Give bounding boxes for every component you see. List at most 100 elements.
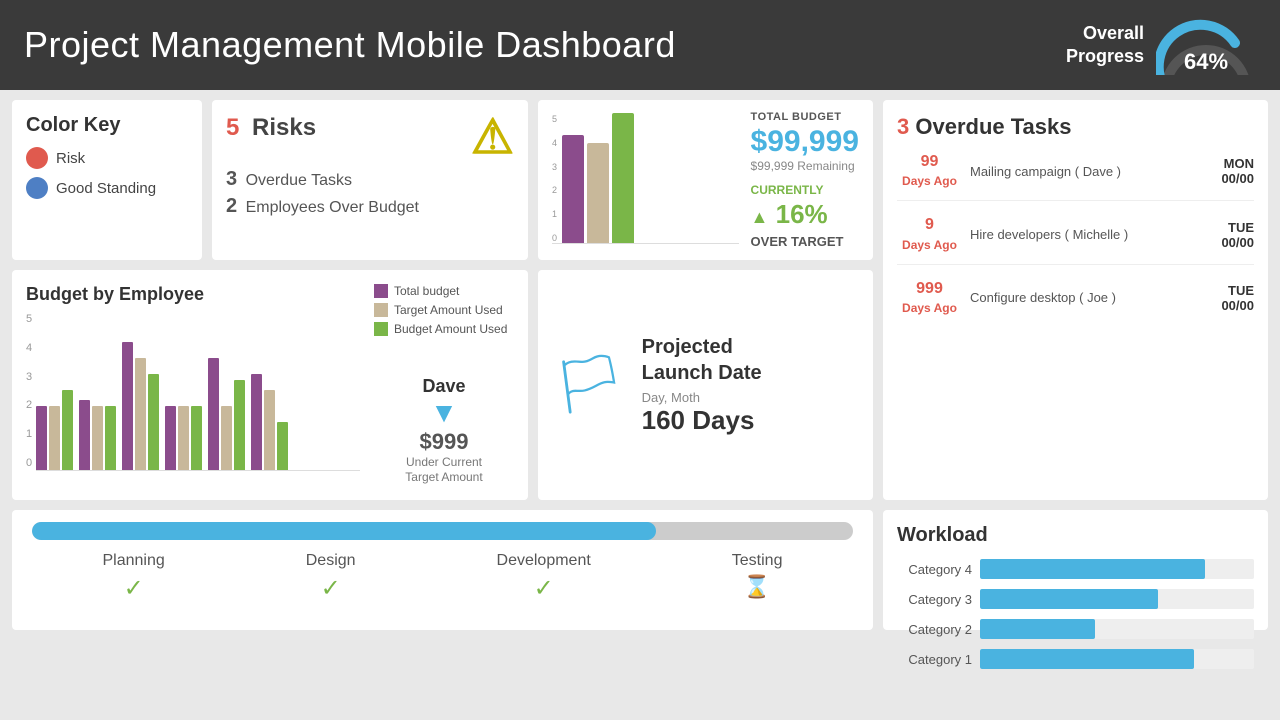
overdue-tasks-row: 3 Overdue Tasks	[226, 168, 514, 191]
overdue-task-2: Hire developers ( Michelle )	[970, 227, 1213, 242]
risk-dot	[26, 147, 48, 169]
date-val-2: 00/00	[1221, 235, 1254, 250]
overdue-title: 3 Overdue Tasks	[897, 114, 1254, 140]
phase-planning: Planning ✓	[102, 552, 164, 603]
dave-sub: Under CurrentTarget Amount	[374, 455, 514, 486]
overdue-title-text: Overdue Tasks	[915, 114, 1071, 139]
overdue-days-2: 9Days Ago	[897, 215, 962, 253]
workload-bar-fill-4	[980, 559, 1205, 579]
bar	[234, 380, 245, 470]
phase-name-design: Design	[306, 552, 356, 570]
budget-chart-sidebar: Total budget Target Amount Used Budget A…	[374, 284, 514, 486]
day-3: TUE	[1221, 283, 1254, 298]
launch-title: ProjectedLaunch Date	[642, 334, 762, 386]
workload-row-3: Category 3	[897, 589, 1254, 609]
pct-value: 16%	[776, 199, 828, 229]
mini-bars: 5 4 3 2 1 0	[552, 114, 739, 244]
launch-days: 160 Days	[642, 405, 762, 436]
phase-hourglass-testing: ⌛	[732, 574, 783, 600]
overdue-num: 3	[897, 114, 909, 139]
main-grid: Color Key Risk Good Standing 5 Risks ⚠ 3…	[0, 90, 1280, 720]
currently-label: CURRENTLY	[751, 183, 859, 197]
budget-numbers-card: 5 4 3 2 1 0 TOTAL BUDGET	[538, 100, 873, 260]
workload-bar-fill-2	[980, 619, 1095, 639]
launch-inner: 🏳 ProjectedLaunch Date Day, Moth 160 Day…	[552, 284, 859, 486]
phase-name-planning: Planning	[102, 552, 164, 570]
bar	[49, 406, 60, 470]
phase-design: Design ✓	[306, 552, 356, 603]
overdue-row-3: 999Days Ago Configure desktop ( Joe ) TU…	[897, 279, 1254, 327]
bar	[208, 358, 219, 470]
bar	[191, 406, 202, 470]
workload-row-4: Category 4	[897, 559, 1254, 579]
bar	[135, 358, 146, 470]
legend-label: Budget Amount Used	[394, 322, 507, 336]
bar-group-5	[208, 358, 245, 470]
legend-swatch	[374, 322, 388, 336]
phases-card: Planning ✓ Design ✓ Development ✓ Testin…	[12, 510, 873, 630]
risks-list: 3 Overdue Tasks 2 Employees Over Budget	[226, 168, 514, 218]
bar	[79, 400, 90, 470]
overdue-row-1: 99Days Ago Mailing campaign ( Dave ) MON…	[897, 152, 1254, 201]
good-standing-key-item: Good Standing	[26, 177, 188, 199]
dave-name: Dave	[374, 376, 514, 397]
overdue-tasks-card: 3 Overdue Tasks 99Days Ago Mailing campa…	[883, 100, 1268, 500]
overdue-count: 3	[226, 168, 237, 190]
phases-list: Planning ✓ Design ✓ Development ✓ Testin…	[32, 552, 853, 603]
mini-bar-1	[562, 135, 584, 243]
good-standing-label: Good Standing	[56, 180, 156, 197]
phases-progress-bar-track	[32, 522, 853, 540]
budget-mini-chart: 5 4 3 2 1 0	[552, 114, 739, 246]
risk-label: Risk	[56, 150, 85, 167]
budget-right-numbers: TOTAL BUDGET $99,999 $99,999 Remaining C…	[751, 114, 859, 246]
bar	[264, 390, 275, 470]
over-budget-label: Employees Over Budget	[246, 199, 419, 216]
bar	[92, 406, 103, 470]
risks-count: 5	[226, 114, 239, 141]
risks-title: 5 Risks	[226, 114, 316, 142]
legend-swatch	[374, 303, 388, 317]
budget-chart-title: Budget by Employee	[26, 284, 360, 305]
workload-bar-fill-3	[980, 589, 1158, 609]
dave-amount: $999	[374, 429, 514, 455]
mini-bar-2	[587, 143, 609, 243]
phase-check-planning: ✓	[102, 574, 164, 603]
app-title: Project Management Mobile Dashboard	[24, 24, 676, 66]
overdue-date-1: MON 00/00	[1221, 156, 1254, 186]
overdue-days-1: 99Days Ago	[897, 152, 962, 190]
phase-check-development: ✓	[497, 574, 591, 603]
workload-label-3: Category 3	[897, 592, 972, 607]
workload-bar-fill-1	[980, 649, 1194, 669]
legend-item-1: Total budget	[374, 284, 514, 298]
bar	[36, 406, 47, 470]
budget-pct: ▲ 16%	[751, 199, 859, 230]
mini-y-axis: 5 4 3 2 1 0	[552, 114, 557, 243]
bar	[221, 406, 232, 470]
workload-title: Workload	[897, 524, 1254, 547]
bar	[251, 374, 262, 470]
bar	[105, 406, 116, 470]
phases-progress-bar-fill	[32, 522, 656, 540]
bar-group-4	[165, 406, 202, 470]
date-val-1: 00/00	[1221, 171, 1254, 186]
phase-name-testing: Testing	[732, 552, 783, 570]
over-budget-row: 2 Employees Over Budget	[226, 195, 514, 218]
risks-card: 5 Risks ⚠ 3 Overdue Tasks 2 Employees Ov…	[212, 100, 528, 260]
dave-arrow: ▼	[374, 397, 514, 429]
date-val-3: 00/00	[1221, 298, 1254, 313]
overdue-task-3: Configure desktop ( Joe )	[970, 290, 1213, 305]
bar-group-3	[122, 342, 159, 470]
day-2: TUE	[1221, 220, 1254, 235]
bar-group-6	[251, 374, 288, 470]
workload-label-4: Category 4	[897, 562, 972, 577]
risk-key-item: Risk	[26, 147, 188, 169]
bar-chart	[36, 311, 360, 471]
bar	[165, 406, 176, 470]
dave-section: Dave ▼ $999 Under CurrentTarget Amount	[374, 376, 514, 486]
legend-item-2: Target Amount Used	[374, 303, 514, 317]
chart-wrapper: 0 1 2 3 4 5	[26, 311, 360, 471]
bar	[277, 422, 288, 470]
legend-label: Target Amount Used	[394, 303, 503, 317]
gauge-container: 64%	[1156, 15, 1256, 75]
bar	[122, 342, 133, 470]
